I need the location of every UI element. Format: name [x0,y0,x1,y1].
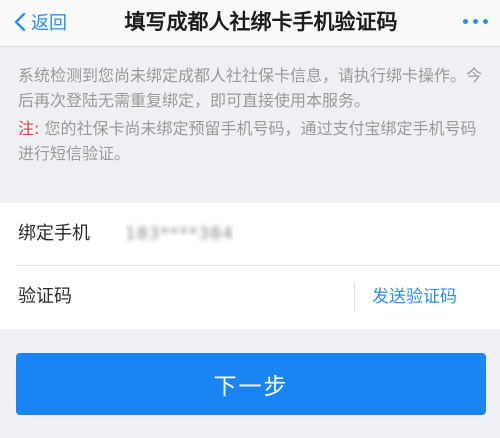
back-label: 返回 [31,13,67,34]
more-dot [483,19,488,24]
notice-warning: 注: 您的社保卡尚未绑定预留手机号码，通过支付宝绑定手机号码进行短信验证。 [18,117,484,166]
phone-label: 绑定手机 [18,223,90,244]
more-dot [463,19,468,24]
code-row: 验证码 发送验证码 [0,266,500,328]
warning-text: 您的社保卡尚未绑定预留手机号码，通过支付宝绑定手机号码进行短信验证。 [18,119,477,163]
more-dot [473,19,478,24]
phone-row: 绑定手机 183****3841 [0,203,500,266]
phone-number-value: 183****3841 [125,223,233,245]
code-label: 验证码 [18,286,72,307]
back-button[interactable]: 返回 [14,9,67,35]
navigation-bar: 返回 填写成都人社绑卡手机验证码 [0,0,500,47]
vertical-divider [354,282,355,312]
phone-number-text: 183****3841 [125,224,233,244]
notice-text: 系统检测到您尚未绑定成都人社社保卡信息，请执行绑卡操作。今后再次登陆无需重复绑定… [18,64,484,166]
page-title: 填写成都人社绑卡手机验证码 [124,10,398,34]
chevron-left-icon [14,12,26,32]
send-code-button[interactable]: 发送验证码 [372,285,457,309]
warning-label: 注: [18,119,40,138]
next-step-button[interactable]: 下一步 [16,353,486,415]
more-dots-icon[interactable] [458,19,488,24]
binding-form: 绑定手机 183****3841 验证码 发送验证码 [0,203,500,329]
notice-info: 系统检测到您尚未绑定成都人社社保卡信息，请执行绑卡操作。今后再次登陆无需重复绑定… [18,66,483,110]
